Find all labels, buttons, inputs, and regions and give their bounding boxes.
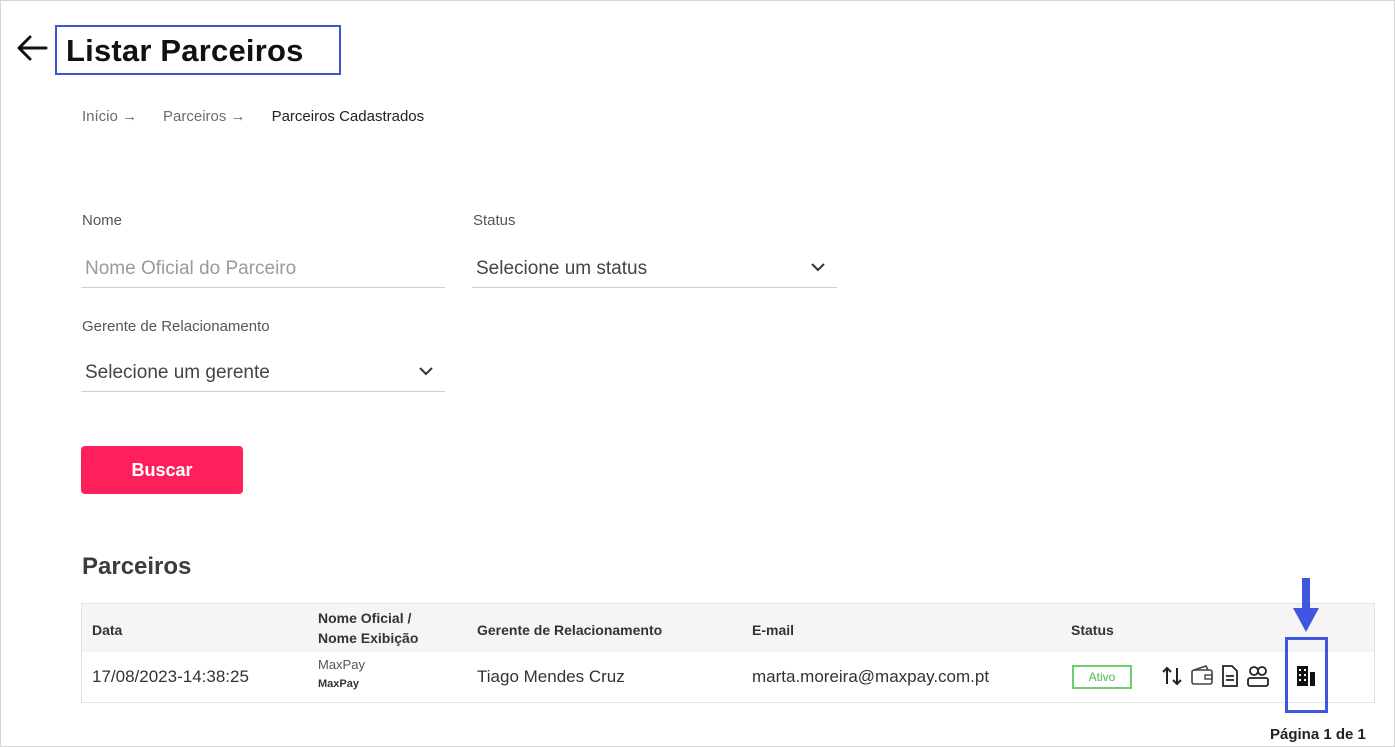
cell-gerente: Tiago Mendes Cruz — [477, 667, 625, 686]
swap-arrows-icon[interactable] — [1160, 664, 1184, 688]
breadcrumb-item-inicio[interactable]: Início → — [82, 108, 137, 125]
arrow-down-indicator-icon — [1293, 578, 1319, 632]
document-icon[interactable] — [1218, 664, 1242, 688]
breadcrumb: Início → Parceiros → Parceiros Cadastrad… — [82, 108, 424, 125]
cell-data: 17/08/2023-14:38:25 — [92, 667, 249, 686]
wallet-icon[interactable] — [1190, 664, 1214, 688]
gerente-label: Gerente de Relacionamento — [82, 318, 270, 335]
nome-placeholder: Nome Oficial do Parceiro — [85, 258, 297, 279]
col-nome-line2: Nome Exibição — [318, 630, 419, 646]
arrow-left-icon[interactable] — [14, 30, 50, 66]
partners-table: Data Nome Oficial / Nome Exibição Gerent… — [81, 603, 1375, 703]
status-select[interactable]: Selecione um status — [472, 248, 837, 288]
status-select-value: Selecione um status — [476, 258, 648, 279]
nome-input[interactable]: Nome Oficial do Parceiro — [81, 248, 445, 288]
table-header: Data Nome Oficial / Nome Exibição Gerent… — [82, 604, 1374, 652]
table-row: 17/08/2023-14:38:25 MaxPay MaxPay Tiago … — [82, 652, 1374, 702]
col-email: E-mail — [752, 622, 795, 638]
col-status: Status — [1071, 622, 1114, 638]
icon-highlight-box — [1285, 637, 1328, 713]
breadcrumb-item-current: Parceiros Cadastrados — [271, 108, 425, 125]
pagination-label: Página 1 de 1 — [1270, 726, 1366, 743]
breadcrumb-item-parceiros[interactable]: Parceiros → — [163, 108, 246, 125]
col-data: Data — [92, 622, 123, 638]
section-title: Parceiros — [82, 553, 192, 580]
status-badge: Ativo — [1072, 665, 1132, 689]
nome-label: Nome — [82, 212, 123, 229]
gerente-select-value: Selecione um gerente — [85, 362, 270, 383]
status-label: Status — [473, 212, 516, 229]
cell-nome-exibicao: MaxPay — [318, 678, 359, 690]
users-icon[interactable] — [1246, 664, 1270, 688]
cell-nome-oficial: MaxPay — [318, 657, 365, 672]
chevron-down-icon — [811, 263, 825, 272]
chevron-down-icon — [419, 367, 433, 376]
gerente-select[interactable]: Selecione um gerente — [81, 352, 445, 392]
col-nome-line1: Nome Oficial / — [318, 610, 412, 626]
buscar-button[interactable]: Buscar — [81, 446, 243, 494]
page-title: Listar Parceiros — [66, 33, 304, 68]
cell-email: marta.moreira@maxpay.com.pt — [752, 667, 990, 686]
col-gerente: Gerente de Relacionamento — [477, 622, 663, 638]
